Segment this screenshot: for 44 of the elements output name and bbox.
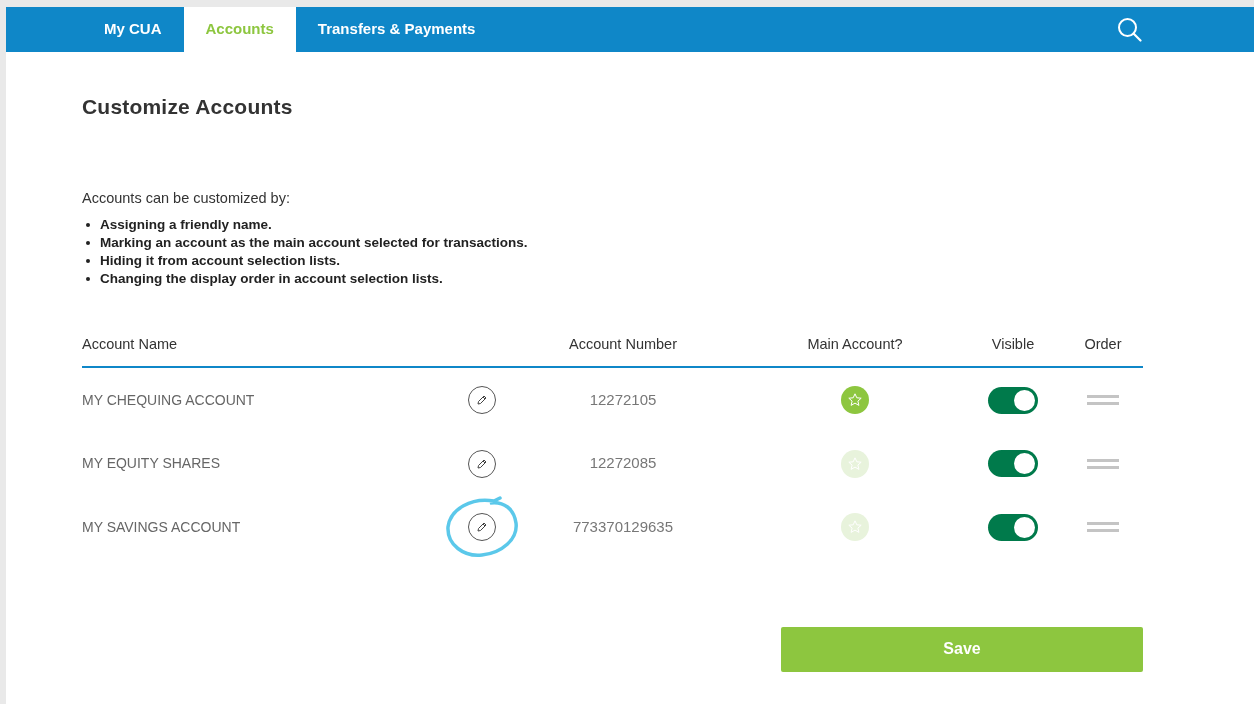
list-item: Marking an account as the main account selected for transactions.	[100, 234, 528, 253]
intro-text: Accounts can be customized by:	[82, 188, 291, 208]
account-number: 773370129635	[571, 516, 675, 537]
account-name: MY SAVINGS ACCOUNT	[82, 517, 242, 537]
drag-handle-icon[interactable]	[1087, 457, 1119, 470]
nav-tab[interactable]: Transfers & Payments	[295, 7, 498, 52]
star-icon	[847, 519, 863, 535]
edit-button[interactable]	[468, 386, 496, 414]
bullet-icon	[86, 241, 90, 246]
drag-handle-icon[interactable]	[1087, 394, 1119, 406]
pencil-icon	[476, 457, 488, 470]
drag-handle-icon[interactable]	[1087, 521, 1119, 533]
account-name: MY EQUITY SHARES	[82, 454, 221, 473]
nav-tab[interactable]: My CUA	[82, 7, 184, 52]
column-header: Account Name	[82, 335, 179, 355]
column-header: Visible	[990, 335, 1036, 355]
bullet-icon	[86, 259, 90, 264]
account-number: 12272085	[588, 453, 658, 474]
edit-button[interactable]	[468, 449, 496, 478]
account-name: MY CHEQUING ACCOUNT	[82, 390, 256, 410]
column-header: Main Account?	[806, 335, 904, 355]
edit-button[interactable]	[468, 513, 496, 541]
star-button[interactable]	[841, 386, 869, 414]
visibility-toggle[interactable]	[988, 386, 1038, 414]
visibility-toggle[interactable]	[988, 513, 1038, 541]
page-title: Customize Accounts	[82, 94, 294, 120]
list-item: Assigning a friendly name.	[100, 216, 272, 235]
star-icon	[847, 392, 863, 408]
visibility-toggle[interactable]	[988, 450, 1038, 477]
list-item: Changing the display order in account selection lists.	[100, 270, 443, 289]
nav-tab[interactable]: Accounts	[183, 7, 296, 52]
pencil-icon	[476, 394, 488, 406]
column-header: Order	[1083, 335, 1123, 355]
save-button[interactable]: Save	[781, 626, 1143, 672]
star-icon	[847, 455, 863, 472]
account-number: 12272105	[588, 389, 658, 410]
column-header: Account Number	[568, 335, 678, 355]
pencil-icon	[476, 521, 488, 533]
list-item: Hiding it from account selection lists.	[100, 252, 341, 271]
star-button[interactable]	[841, 449, 869, 478]
star-button[interactable]	[841, 513, 869, 541]
search-icon[interactable]	[1117, 17, 1142, 42]
bullet-icon	[86, 277, 90, 282]
bullet-icon	[86, 223, 90, 228]
